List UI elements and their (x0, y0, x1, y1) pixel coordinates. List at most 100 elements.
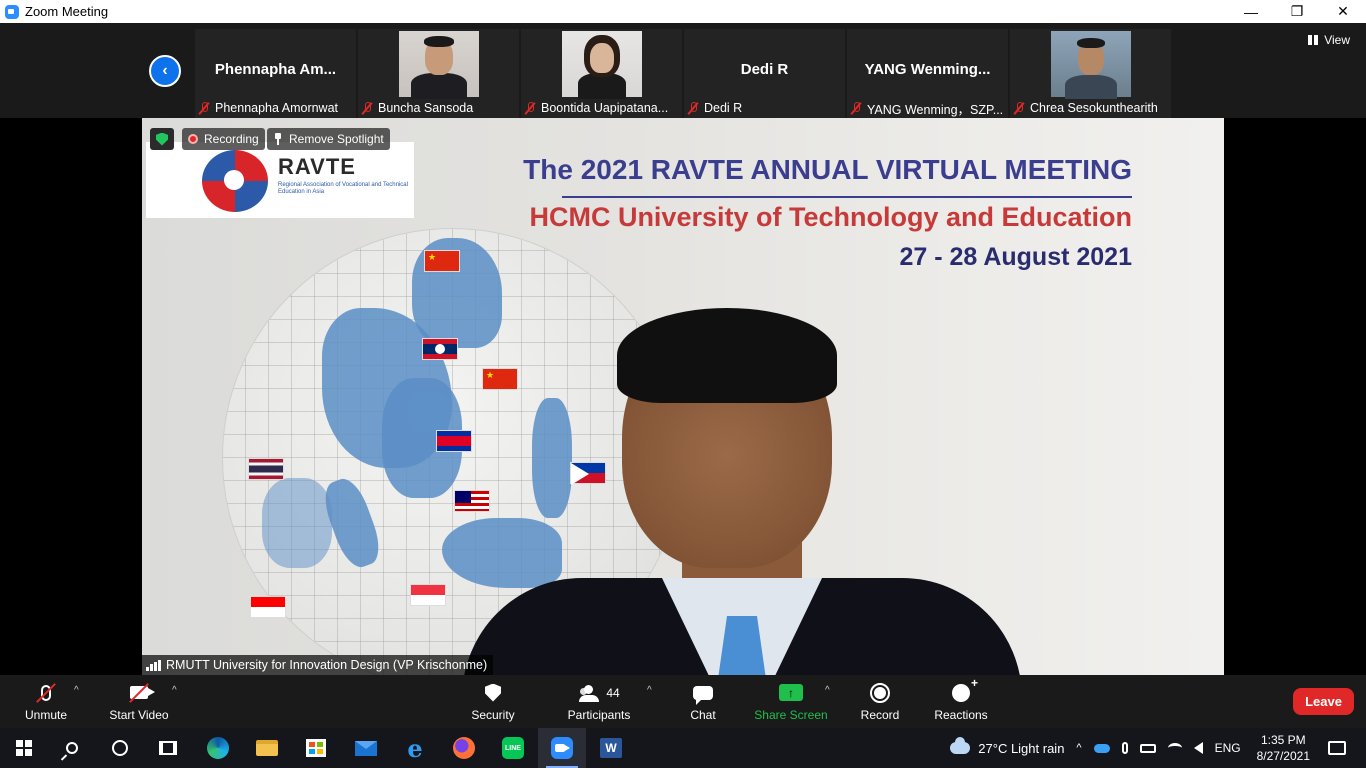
participant-name-display: YANG Wenming... (864, 61, 991, 78)
unmute-label: Unmute (24, 707, 68, 722)
wifi-icon[interactable] (1167, 743, 1182, 753)
participant-name: Buncha Sansoda (378, 101, 474, 115)
zoom-taskbar-button[interactable] (538, 728, 586, 768)
system-tray: 27°C Light rain ^ ENG 1:35 PM 8/27/2021 (944, 728, 1366, 768)
close-button[interactable]: ✕ (1320, 0, 1366, 23)
start-button[interactable] (0, 728, 48, 768)
edge-taskbar-button[interactable] (194, 728, 242, 768)
ravte-logo-subtitle: Regional Association of Vocational and T… (278, 182, 408, 195)
start-video-label: Start Video (109, 707, 169, 722)
participant-caption: Dedi R (688, 99, 742, 117)
ravte-logo-card: RAVTE Regional Association of Vocational… (146, 142, 414, 218)
reaction-smile-icon (952, 676, 978, 702)
ie-taskbar-button[interactable]: e (391, 728, 439, 768)
participant-tile[interactable]: Buncha Sansoda (358, 29, 519, 118)
participant-tile[interactable]: Dedi R Dedi R (684, 29, 845, 118)
gallery-prev-button[interactable]: ‹ (149, 55, 181, 87)
singapore-flag (410, 584, 446, 606)
participant-gallery: ‹ Phennapha Am... Phennapha Amornwat Bun… (0, 23, 1366, 118)
record-label: Record (860, 707, 900, 722)
task-view-icon (159, 741, 177, 755)
mic-muted-icon (1014, 101, 1024, 115)
spotlight-video[interactable]: RAVTE Regional Association of Vocational… (142, 118, 1224, 675)
chat-button[interactable]: Chat (682, 675, 724, 728)
participant-name: Chrea Sesokunthearith (1030, 101, 1158, 115)
cortana-button[interactable] (96, 728, 144, 768)
line-taskbar-button[interactable]: LINE (489, 728, 537, 768)
title-bar: Zoom Meeting — ❐ ✕ (0, 0, 1366, 23)
task-view-button[interactable] (144, 728, 192, 768)
word-taskbar-button[interactable]: W (587, 728, 635, 768)
onedrive-icon[interactable] (1093, 743, 1110, 753)
participant-tile[interactable]: Chrea Sesokunthearith (1010, 29, 1171, 118)
firefox-taskbar-button[interactable] (440, 728, 488, 768)
windows-logo-icon (16, 740, 32, 756)
participant-caption: Phennapha Amornwat (199, 99, 338, 117)
restore-button[interactable]: ❐ (1274, 0, 1320, 23)
speaker-name: RMUTT University for Innovation Design (… (166, 658, 488, 672)
window-title: Zoom Meeting (25, 4, 109, 19)
microphone-tray-icon[interactable] (1121, 742, 1128, 754)
participant-tile[interactable]: YANG Wenming... YANG Wenming，SZP... (847, 29, 1008, 118)
mail-taskbar-button[interactable] (342, 728, 390, 768)
mic-muted-icon (851, 101, 861, 115)
battery-icon[interactable] (1139, 743, 1156, 753)
recording-badge[interactable]: Recording (182, 128, 265, 150)
mail-icon (355, 740, 377, 756)
participant-video (399, 31, 479, 99)
participants-count: 44 (606, 685, 620, 700)
participant-name: Boontida Uapipatana... (541, 101, 669, 115)
start-video-button[interactable]: Start Video (106, 675, 172, 728)
remove-spotlight-label: Remove Spotlight (289, 132, 384, 146)
mic-muted-icon (525, 101, 535, 115)
audio-options-caret[interactable]: ^ (74, 685, 79, 696)
participant-tile[interactable]: Phennapha Am... Phennapha Amornwat (195, 29, 356, 118)
internet-explorer-icon: e (407, 733, 423, 763)
line-app-icon: LINE (502, 737, 524, 759)
search-button[interactable] (48, 728, 96, 768)
participant-tile[interactable]: Boontida Uapipatana... (521, 29, 682, 118)
participants-button[interactable]: 44 Participants (564, 675, 634, 728)
participants-options-caret[interactable]: ^ (647, 685, 652, 696)
store-taskbar-button[interactable] (292, 728, 340, 768)
zoom-window: Zoom Meeting — ❐ ✕ ‹ Phennapha Am... Phe… (0, 0, 1366, 768)
encryption-badge[interactable] (150, 128, 174, 150)
shield-check-icon (156, 132, 168, 146)
minimize-button[interactable]: — (1228, 0, 1274, 23)
ravte-logo-text: RAVTE (278, 154, 356, 179)
video-options-caret[interactable]: ^ (172, 685, 177, 696)
security-button[interactable]: Security (468, 675, 518, 728)
person-hair (424, 36, 454, 47)
view-button[interactable]: View (1308, 33, 1350, 47)
remove-spotlight-button[interactable]: Remove Spotlight (267, 128, 390, 150)
share-screen-button[interactable]: ↑ Share Screen (754, 675, 828, 728)
participant-name: Dedi R (704, 101, 743, 115)
participant-caption: YANG Wenming，SZP... (851, 99, 1003, 117)
weather-text: 27°C Light rain (978, 740, 1065, 756)
unmute-button[interactable]: Unmute (20, 675, 72, 728)
participant-caption: Buncha Sansoda (362, 99, 473, 117)
participant-caption: Chrea Sesokunthearith (1014, 99, 1158, 117)
weather-widget[interactable]: 27°C Light rain (950, 737, 1065, 756)
share-options-caret[interactable]: ^ (825, 685, 830, 696)
record-button[interactable]: Record (858, 675, 902, 728)
input-language[interactable]: ENG (1215, 741, 1241, 755)
reactions-button[interactable]: Reactions (932, 675, 990, 728)
chevron-left-icon: ‹ (162, 62, 168, 79)
mic-muted-icon (199, 101, 209, 115)
recording-dot-icon (188, 134, 198, 144)
speaker-caption: RMUTT University for Innovation Design (… (142, 655, 494, 675)
leave-button[interactable]: Leave (1293, 688, 1354, 715)
thailand-flag (248, 458, 284, 480)
slide-divider (562, 196, 1132, 198)
participants-label: Participants (567, 707, 631, 722)
indonesia-flag (250, 596, 286, 618)
taskbar-clock[interactable]: 1:35 PM 8/27/2021 (1257, 732, 1310, 764)
volume-icon[interactable] (1193, 742, 1203, 754)
slide-headline-1: The 2021 RAVTE ANNUAL VIRTUAL MEETING (523, 154, 1132, 185)
notification-center-icon[interactable] (1328, 741, 1346, 755)
show-hidden-icons-button[interactable]: ^ (1076, 742, 1081, 754)
file-explorer-taskbar-button[interactable] (243, 728, 291, 768)
grid-view-icon (1308, 35, 1319, 45)
cortana-icon (112, 740, 128, 756)
